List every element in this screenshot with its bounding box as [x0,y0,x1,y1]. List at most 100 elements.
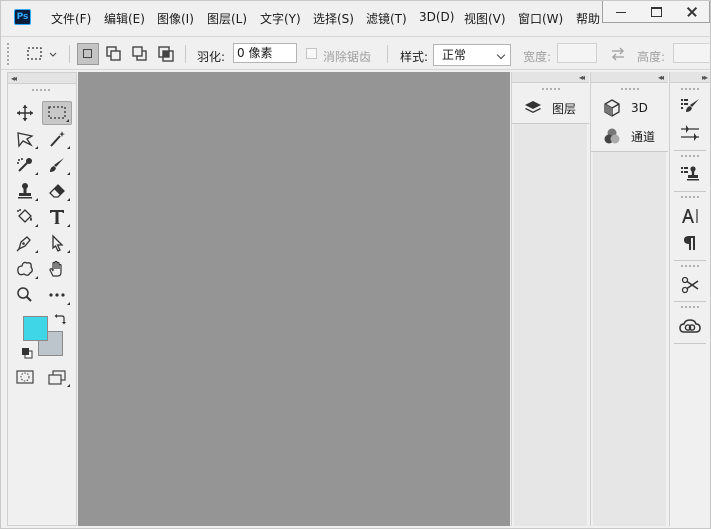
style-label: 样式: [400,50,429,64]
document-canvas-area[interactable] [78,72,510,526]
toolbox: ◂◂ [7,72,77,526]
eyedropper-tool[interactable] [10,153,40,177]
layers-panel-tab[interactable]: 图层 [512,94,589,122]
menu-edit[interactable]: 编辑(E) [104,10,157,27]
channels-panel-tab[interactable]: 通道 [591,122,668,150]
new-selection-button[interactable] [77,43,99,65]
menu-window[interactable]: 窗口(W) [518,10,576,27]
screen-mode-button[interactable] [42,365,72,389]
maximize-icon[interactable] [638,1,673,22]
menu-filter[interactable]: 滤镜(T) [366,10,419,27]
tool-presets-icon[interactable] [679,274,701,296]
antialias-checkbox[interactable] [306,48,317,59]
divider [674,301,706,302]
custom-shape-icon [17,261,33,276]
add-selection-button[interactable] [103,43,125,65]
quick-mask-button[interactable] [10,365,40,389]
window-controls [602,1,710,23]
menu-file[interactable]: 文件(F) [51,10,104,27]
grip-dots[interactable] [681,265,699,268]
pen-icon [16,236,31,252]
quick-mask-icon [16,370,34,384]
swap-colors-icon[interactable] [54,313,66,328]
eyedropper-icon [17,158,32,172]
rectangular-marquee-tool[interactable] [42,101,72,125]
move-tool[interactable] [10,101,40,125]
intersect-selection-button[interactable] [155,43,177,65]
menu-view[interactable]: 视图(V) [464,10,518,27]
path-selection-tool[interactable] [42,231,72,255]
3d-panel-tab[interactable]: 3D [591,94,668,122]
clone-source-icon[interactable] [679,163,701,185]
custom-shape-tool[interactable] [10,257,40,281]
eraser-tool[interactable] [42,179,72,203]
style-select[interactable]: 正常 [433,44,511,66]
add-selection-icon [106,46,121,61]
panel-collapse-bar[interactable]: ◂◂ [512,72,589,83]
default-colors-icon[interactable] [21,347,33,362]
panel-body [593,152,666,526]
height-label: 高度: [637,50,666,64]
grip-dots[interactable] [32,89,50,92]
grip-dots[interactable] [681,155,699,158]
direct-selection-icon [52,234,64,252]
photoshop-window: Ps 文件(F) 编辑(E) 图像(I) 图层(L) 文字(Y) 选择(S) 滤… [0,0,711,529]
toolbox-collapse-bar[interactable]: ◂◂ [8,73,76,84]
grip-dots[interactable] [681,196,699,199]
paint-bucket-tool[interactable] [10,205,40,229]
menu-select[interactable]: 选择(S) [313,10,366,27]
magic-wand-tool[interactable] [42,127,72,151]
pen-tool[interactable] [10,231,40,255]
width-input[interactable] [557,43,597,63]
libraries-icon[interactable] [679,315,701,337]
cube-icon [603,99,621,117]
brush-icon [50,158,64,172]
type-tool[interactable] [42,205,72,229]
grip-dots[interactable] [542,88,560,91]
zoom-tool[interactable] [10,283,40,307]
move-icon [17,105,33,121]
menu-3d[interactable]: 3D(D) [419,10,464,27]
grip-dots[interactable] [681,88,699,91]
brush-settings-icon[interactable] [679,95,701,117]
collapse-arrows-icon: ◂◂ [657,73,664,82]
minimize-icon[interactable] [603,1,638,22]
panel-body [514,124,587,526]
menu-image[interactable]: 图像(I) [157,10,207,27]
hand-tool[interactable] [42,257,72,281]
layers-icon [524,99,542,117]
paragraph-panel-icon[interactable] [679,232,701,254]
3d-panel-label: 3D [631,101,648,115]
options-grip[interactable] [7,43,9,65]
type-icon [50,210,64,224]
grip-dots[interactable] [681,306,699,309]
magic-wand-icon [50,131,65,147]
layers-panel-label: 图层 [552,101,577,116]
panel-collapse-bar[interactable]: ▸▸ [670,72,710,83]
character-panel-icon[interactable] [679,205,701,227]
menu-layer[interactable]: 图层(L) [207,10,260,27]
tool-preset-picker[interactable] [23,43,61,65]
menu-type[interactable]: 文字(Y) [260,10,313,27]
foreground-color-swatch[interactable] [23,316,48,341]
subtract-selection-button[interactable] [129,43,151,65]
panel-collapse-bar[interactable]: ◂◂ [591,72,668,83]
app-logo[interactable]: Ps [14,9,31,25]
menu-help[interactable]: 帮助 [576,10,602,27]
lasso-tool[interactable] [10,127,40,151]
marquee-preset-icon [27,47,57,60]
feather-label: 羽化: [197,50,226,64]
3d-channels-panel-column: ◂◂ 3D 通道 [590,72,668,526]
brush-presets-icon[interactable] [679,122,701,144]
brush-tool[interactable] [42,153,72,177]
height-input[interactable] [673,43,709,63]
grip-dots[interactable] [621,88,639,91]
clone-stamp-tool[interactable] [10,179,40,203]
close-icon[interactable] [674,1,709,22]
main-menu: 文件(F) 编辑(E) 图像(I) 图层(L) 文字(Y) 选择(S) 滤镜(T… [51,10,602,27]
more-tools-button[interactable] [42,283,72,307]
divider [674,260,706,261]
separator [185,45,186,63]
feather-input[interactable]: 0 像素 [233,43,297,63]
swap-dimensions-icon[interactable] [610,46,626,65]
